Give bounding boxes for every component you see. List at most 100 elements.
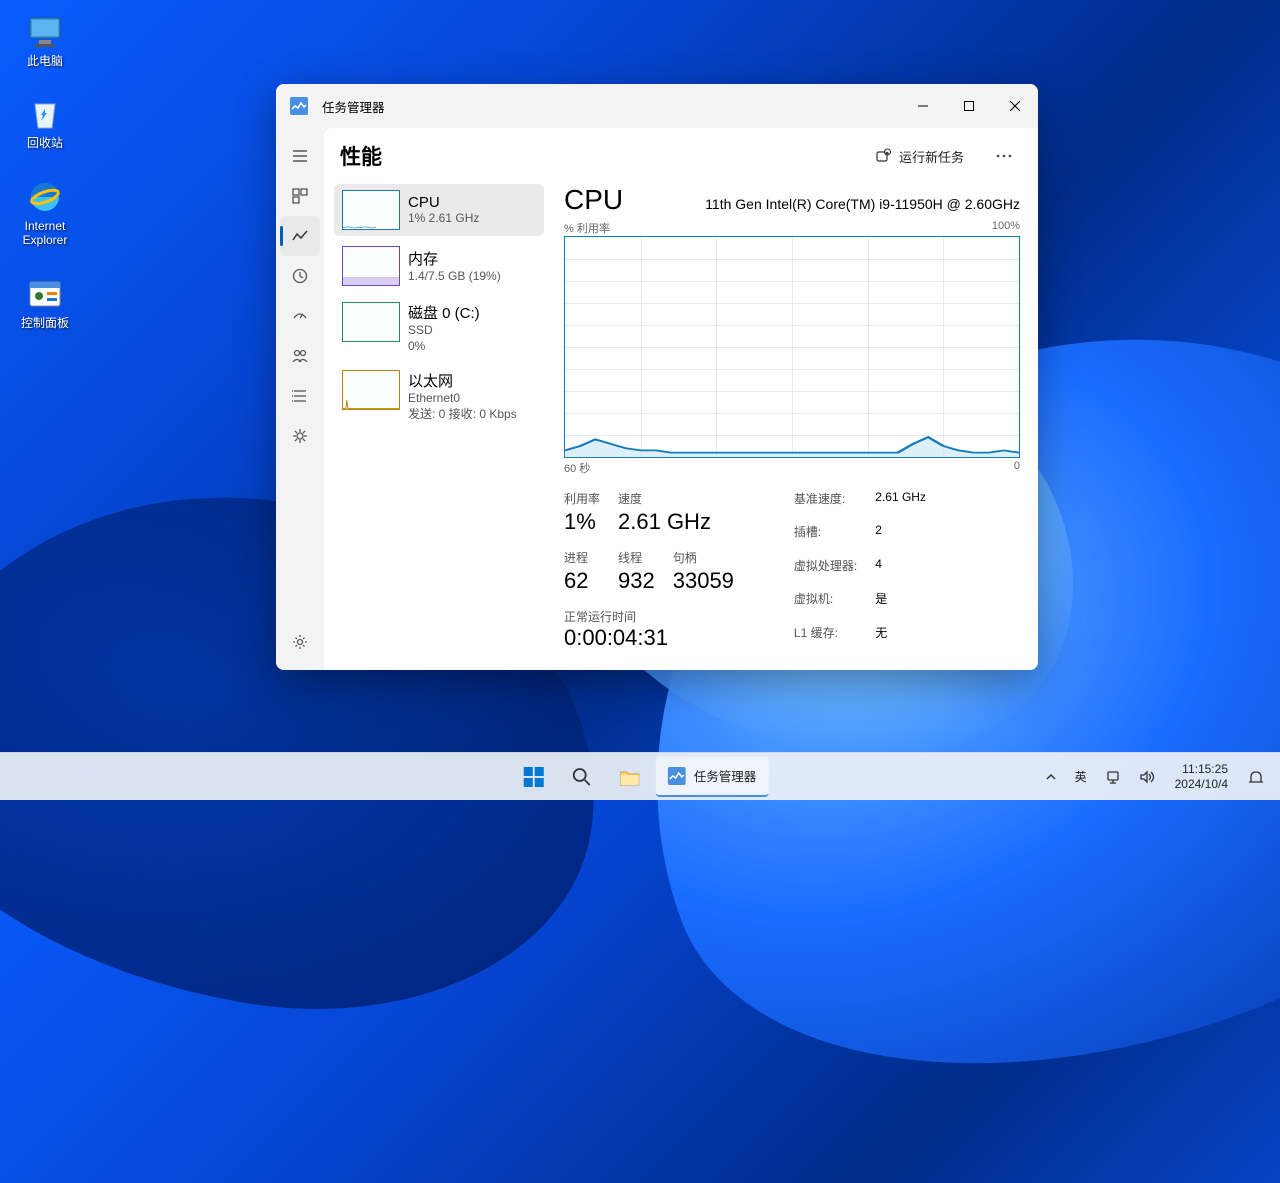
nav-rail	[276, 128, 324, 670]
tray-notifications-icon[interactable]	[1240, 757, 1272, 797]
nav-users[interactable]	[280, 336, 320, 376]
desktop-icon-label: 此电脑	[27, 54, 63, 68]
graph-y-max: 100%	[992, 220, 1020, 236]
r-vproc-v: 4	[875, 557, 926, 584]
close-button[interactable]	[992, 84, 1038, 128]
tray-volume-icon[interactable]	[1131, 757, 1163, 797]
r-sock-v: 2	[875, 523, 926, 550]
stat-util-label: 利用率	[564, 490, 600, 507]
r-vm-v: 是	[875, 590, 926, 617]
perf-disk-name: 磁盘 0 (C:)	[408, 302, 480, 323]
taskbar: 任务管理器 英 11:15:25 2024/10/4	[0, 752, 1280, 800]
search-button[interactable]	[560, 757, 604, 797]
tray-ime[interactable]: 英	[1067, 757, 1095, 797]
page-title: 性能	[340, 141, 382, 171]
nav-performance[interactable]	[280, 216, 320, 256]
desktop-icon-recycle-bin[interactable]: 回收站	[8, 90, 82, 154]
desktop-icons: 此电脑 回收站 Internet Explorer 控制面板	[8, 8, 82, 334]
desktop-icon-control-panel[interactable]: 控制面板	[8, 270, 82, 334]
tray-time: 11:15:25	[1175, 762, 1228, 776]
stat-speed-val: 2.61 GHz	[618, 509, 734, 535]
tray-date: 2024/10/4	[1175, 777, 1228, 791]
graph-y-label: % 利用率	[564, 220, 610, 236]
perf-disk-sub2: 0%	[408, 339, 480, 355]
stat-thread-val: 932	[618, 568, 655, 594]
perf-net-name: 以太网	[408, 370, 517, 391]
taskbar-app-task-manager[interactable]: 任务管理器	[656, 757, 769, 797]
perf-cpu-name: CPU	[408, 194, 479, 211]
desktop-icon-ie[interactable]: Internet Explorer	[8, 173, 82, 252]
perf-net-sub1: Ethernet0	[408, 391, 517, 407]
minimize-button[interactable]	[900, 84, 946, 128]
nav-processes[interactable]	[280, 176, 320, 216]
cpu-graph[interactable]	[564, 236, 1020, 458]
nav-details[interactable]	[280, 376, 320, 416]
perf-detail: CPU 11th Gen Intel(R) Core(TM) i9-11950H…	[556, 184, 1028, 660]
disk-thumb	[342, 302, 400, 342]
this-pc-icon	[25, 12, 65, 52]
titlebar[interactable]: 任务管理器	[276, 84, 1038, 128]
taskbar-app-label: 任务管理器	[694, 766, 757, 785]
perf-net-sub2: 发送: 0 接收: 0 Kbps	[408, 407, 517, 423]
cpu-line	[565, 237, 1019, 457]
stat-thread-label: 线程	[618, 549, 655, 566]
svg-text:▶: ▶	[886, 151, 890, 157]
perf-item-cpu[interactable]: CPU 1% 2.61 GHz	[334, 184, 544, 236]
graph-x-right: 0	[1014, 460, 1020, 476]
desktop-icon-label: Internet Explorer	[23, 219, 68, 248]
desktop-icon-this-pc[interactable]: 此电脑	[8, 8, 82, 72]
window-title: 任务管理器	[322, 97, 385, 116]
run-new-task-button[interactable]: ▶ 运行新任务	[865, 141, 974, 172]
file-explorer-button[interactable]	[608, 757, 652, 797]
graph-x-left: 60 秒	[564, 460, 590, 476]
perf-item-memory[interactable]: 内存 1.4/7.5 GB (19%)	[334, 240, 544, 292]
perf-item-ethernet[interactable]: 以太网 Ethernet0 发送: 0 接收: 0 Kbps	[334, 364, 544, 428]
r-base-v: 2.61 GHz	[875, 490, 926, 517]
more-button[interactable]	[986, 138, 1022, 174]
perf-mem-sub: 1.4/7.5 GB (19%)	[408, 269, 501, 285]
r-base-l: 基准速度:	[794, 490, 857, 517]
maximize-button[interactable]	[946, 84, 992, 128]
r-l1-v: 无	[875, 624, 926, 651]
perf-disk-sub1: SSD	[408, 323, 480, 339]
stat-handle-label: 句柄	[673, 549, 734, 566]
stat-speed-label: 速度	[618, 490, 734, 507]
perf-mem-name: 内存	[408, 248, 501, 269]
tray-chevron[interactable]	[1037, 757, 1065, 797]
nav-startup[interactable]	[280, 296, 320, 336]
nav-services[interactable]	[280, 416, 320, 456]
perf-item-disk[interactable]: 磁盘 0 (C:) SSD 0%	[334, 296, 544, 360]
start-button[interactable]	[512, 757, 556, 797]
cpu-thumb	[342, 190, 400, 230]
stat-proc-label: 进程	[564, 549, 600, 566]
tray-network-icon[interactable]	[1097, 757, 1129, 797]
stat-util-val: 1%	[564, 509, 600, 535]
memory-thumb	[342, 246, 400, 286]
stat-proc-val: 62	[564, 568, 600, 594]
stat-uptime-val: 0:00:04:31	[564, 625, 734, 651]
nav-settings[interactable]	[280, 622, 320, 662]
detail-model: 11th Gen Intel(R) Core(TM) i9-11950H @ 2…	[705, 196, 1020, 212]
desktop-icon-label: 控制面板	[21, 316, 69, 330]
r-vm-l: 虚拟机:	[794, 590, 857, 617]
task-manager-icon	[668, 767, 686, 785]
content-header: 性能 ▶ 运行新任务	[324, 128, 1038, 184]
ethernet-thumb	[342, 370, 400, 410]
task-manager-icon	[290, 97, 308, 115]
task-manager-window: 任务管理器 性能 ▶ 运行	[276, 84, 1038, 670]
nav-app-history[interactable]	[280, 256, 320, 296]
perf-cpu-sub: 1% 2.61 GHz	[408, 211, 479, 227]
ie-icon	[25, 177, 65, 217]
perf-list: CPU 1% 2.61 GHz 内存 1.4/7.5 GB (19%)	[334, 184, 544, 660]
tray-clock[interactable]: 11:15:25 2024/10/4	[1165, 762, 1238, 791]
content: 性能 ▶ 运行新任务 CPU 1% 2.61 GHz	[324, 128, 1038, 670]
window-controls	[900, 84, 1038, 128]
stat-uptime-label: 正常运行时间	[564, 608, 734, 625]
recycle-bin-icon	[25, 94, 65, 134]
r-l1-l: L1 缓存:	[794, 624, 857, 651]
run-task-label: 运行新任务	[899, 147, 964, 166]
control-panel-icon	[25, 274, 65, 314]
desktop-icon-label: 回收站	[27, 136, 63, 150]
hamburger-button[interactable]	[280, 136, 320, 176]
stat-handle-val: 33059	[673, 568, 734, 594]
